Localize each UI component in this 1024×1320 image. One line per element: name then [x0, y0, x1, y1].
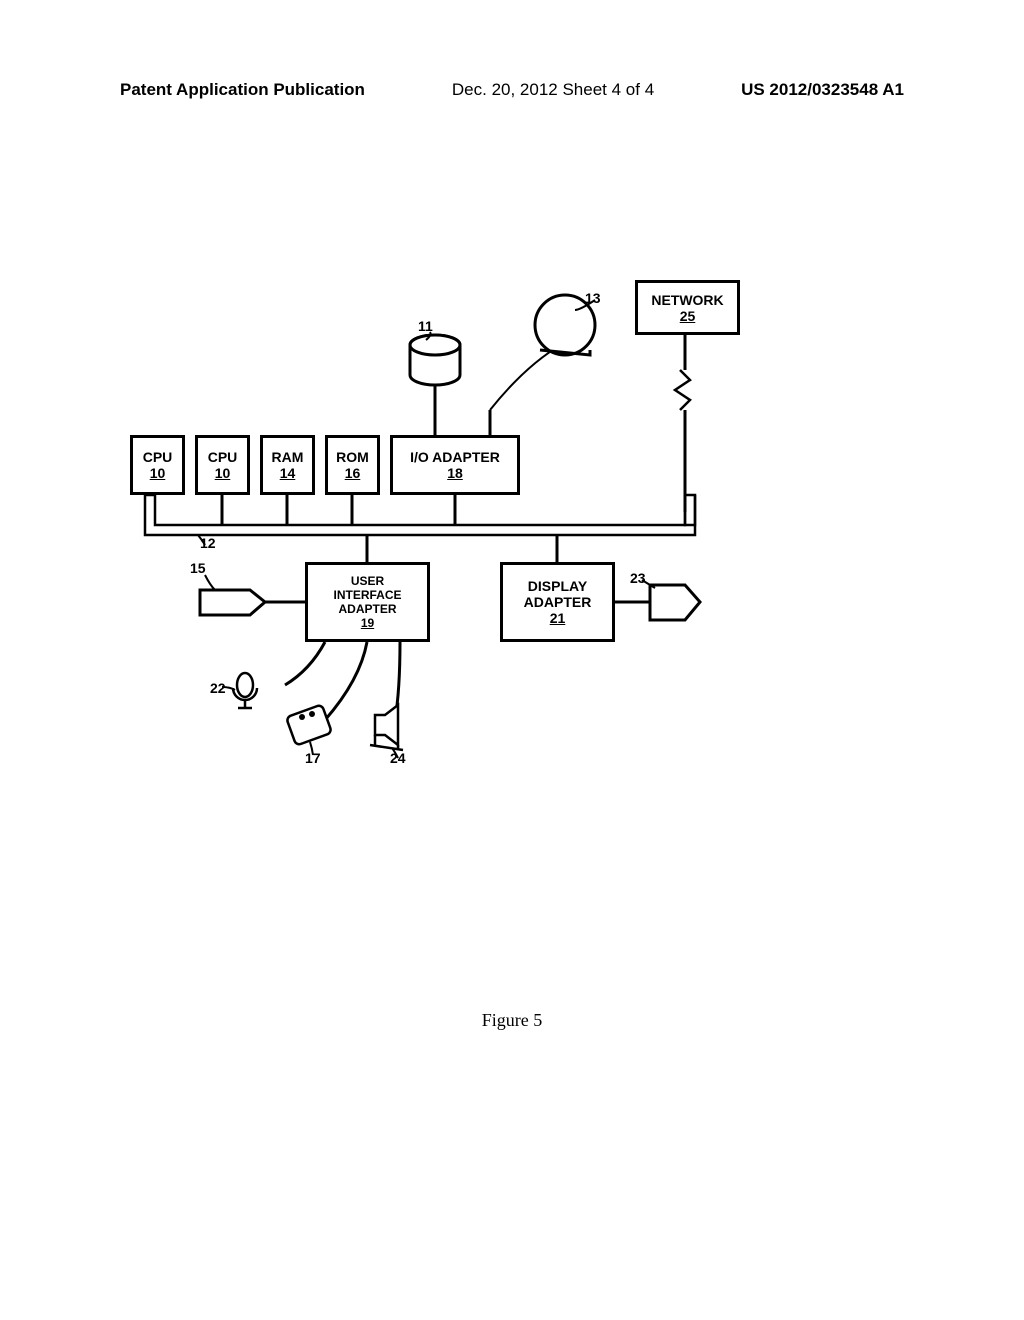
ui-adapter-line1: USER — [351, 574, 384, 588]
io-adapter-block: I/O ADAPTER 18 — [390, 435, 520, 495]
ram-label: RAM — [272, 449, 304, 465]
ui-adapter-line3: ADAPTER — [338, 602, 396, 616]
rom-number: 16 — [345, 465, 361, 481]
rom-label: ROM — [336, 449, 369, 465]
ref-11: 11 — [418, 318, 433, 334]
cpu1-label: CPU — [143, 449, 173, 465]
display-adapter-number: 21 — [550, 610, 566, 626]
ui-adapter-number: 19 — [361, 616, 374, 630]
ref-23: 23 — [630, 570, 646, 586]
ram-block: RAM 14 — [260, 435, 315, 495]
header-publication: Patent Application Publication — [120, 80, 365, 100]
cpu-block-2: CPU 10 — [195, 435, 250, 495]
cpu-block-1: CPU 10 — [130, 435, 185, 495]
network-block: NETWORK 25 — [635, 280, 740, 335]
display-adapter-block: DISPLAY ADAPTER 21 — [500, 562, 615, 642]
figure-label: Figure 5 — [482, 1010, 543, 1031]
ref-13: 13 — [585, 290, 601, 306]
cpu2-number: 10 — [215, 465, 231, 481]
ref-15: 15 — [190, 560, 206, 576]
header-patent-number: US 2012/0323548 A1 — [741, 80, 904, 100]
ref-22: 22 — [210, 680, 226, 696]
ref-12: 12 — [200, 535, 216, 551]
display-adapter-line1: DISPLAY — [528, 578, 587, 594]
cpu2-label: CPU — [208, 449, 238, 465]
ref-24: 24 — [390, 750, 406, 766]
ui-adapter-line2: INTERFACE — [333, 588, 401, 602]
display-adapter-line2: ADAPTER — [524, 594, 592, 610]
diagram-container: CPU 10 CPU 10 RAM 14 ROM 16 I/O ADAPTER … — [130, 280, 830, 780]
io-adapter-label: I/O ADAPTER — [410, 449, 500, 465]
network-label: NETWORK — [651, 292, 723, 308]
ram-number: 14 — [280, 465, 296, 481]
network-number: 25 — [680, 308, 696, 324]
header-date-sheet: Dec. 20, 2012 Sheet 4 of 4 — [452, 80, 654, 100]
cpu1-number: 10 — [150, 465, 166, 481]
bus-connections — [130, 280, 830, 780]
rom-block: ROM 16 — [325, 435, 380, 495]
ui-adapter-block: USER INTERFACE ADAPTER 19 — [305, 562, 430, 642]
io-adapter-number: 18 — [447, 465, 463, 481]
ref-17: 17 — [305, 750, 321, 766]
